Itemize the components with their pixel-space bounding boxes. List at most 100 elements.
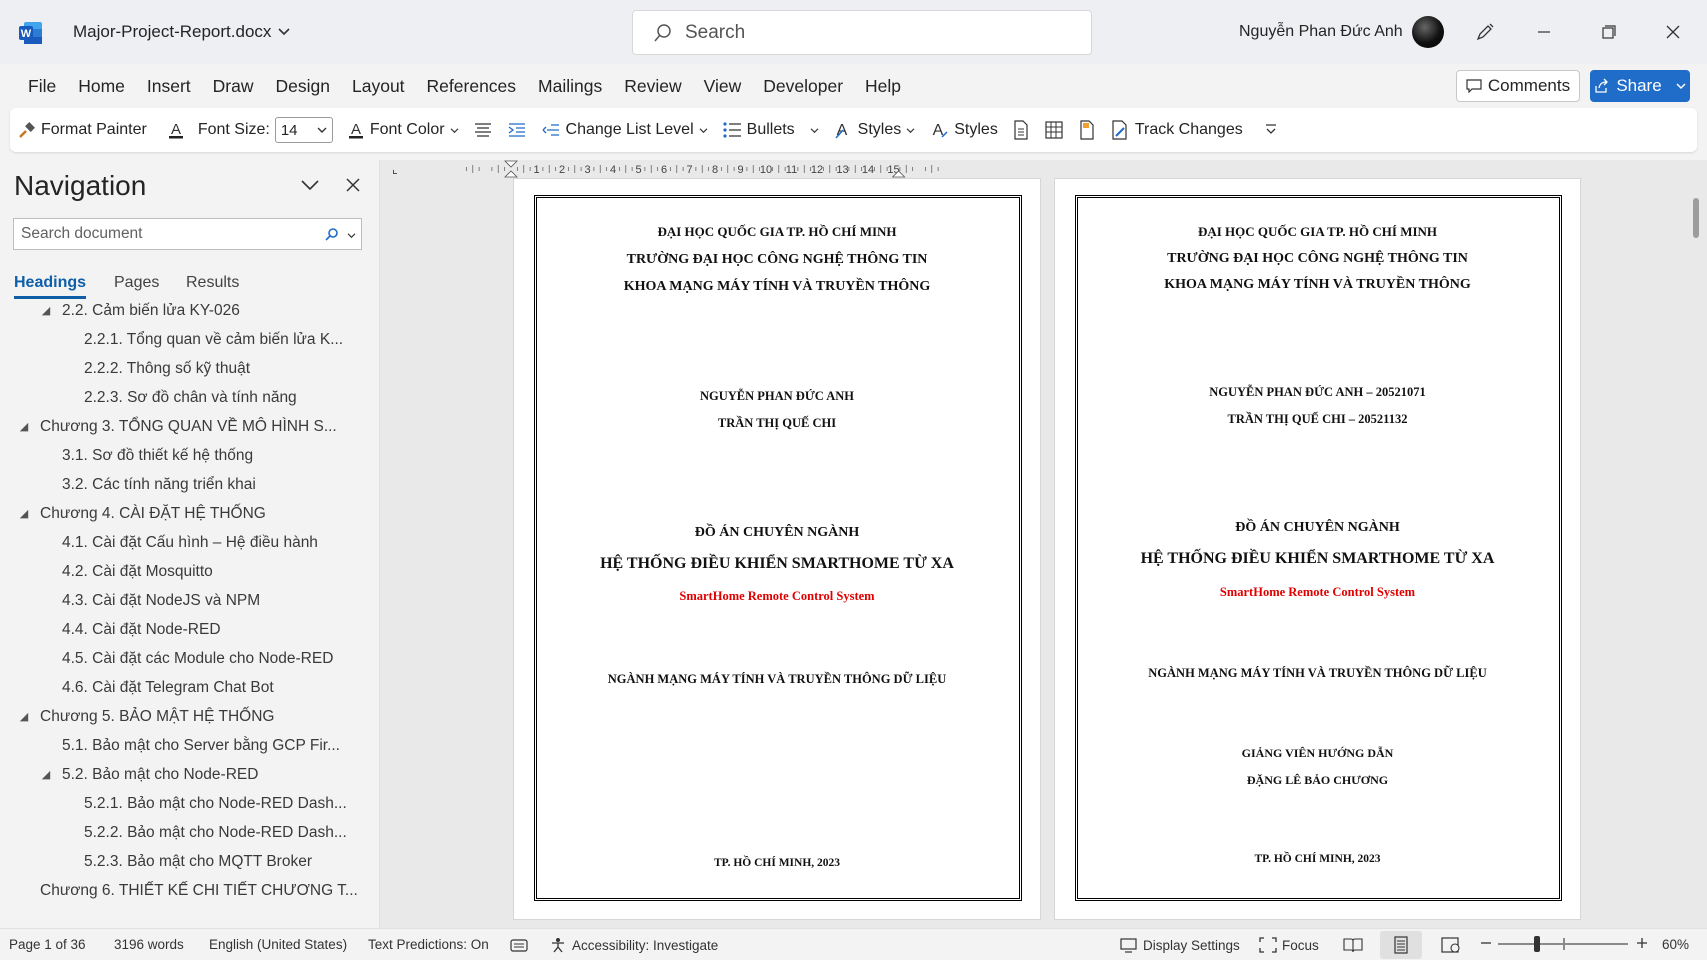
heading-item-label: 2.2.1. Tổng quan về cảm biến lửa K... bbox=[84, 330, 344, 348]
word-count[interactable]: 3196 words bbox=[114, 937, 184, 952]
caret-down-icon[interactable]: ◢ bbox=[40, 304, 52, 317]
menu-view[interactable]: View bbox=[704, 76, 742, 97]
document-title[interactable]: Major-Project-Report.docx bbox=[73, 22, 291, 42]
list-level-icon bbox=[542, 124, 559, 136]
heading-item[interactable]: 4.1. Cài đặt Cấu hình – Hệ điều hành bbox=[0, 528, 318, 557]
heading-item[interactable]: 3.1. Sơ đồ thiết kế hệ thống bbox=[0, 441, 253, 470]
heading-item-label: 4.2. Cài đặt Mosquitto bbox=[62, 562, 213, 580]
keyboard-icon[interactable] bbox=[510, 937, 528, 953]
track-changes-button[interactable]: Track Changes bbox=[1110, 120, 1243, 140]
caret-down-icon[interactable]: ◢ bbox=[18, 507, 30, 520]
chevron-down-icon bbox=[450, 127, 458, 133]
styles-button[interactable]: A Styles bbox=[929, 120, 998, 140]
menu-references[interactable]: References bbox=[427, 76, 517, 97]
caret-down-icon[interactable]: ◢ bbox=[18, 420, 30, 433]
display-settings-button[interactable]: Display Settings bbox=[1120, 937, 1240, 953]
heading-item[interactable]: ◢ Chương 4. CÀI ĐẶT HỆ THỐNG bbox=[0, 499, 266, 528]
chevron-down-icon bbox=[810, 127, 819, 133]
heading-item[interactable]: 5.2.3. Bảo mật cho MQTT Broker bbox=[0, 847, 312, 876]
share-button[interactable]: Share bbox=[1590, 70, 1690, 102]
change-list-level-button[interactable]: Change List Level bbox=[541, 121, 708, 139]
format-painter-button[interactable]: Format Painter bbox=[18, 121, 147, 139]
heading-item[interactable]: 4.4. Cài đặt Node-RED bbox=[0, 615, 221, 644]
heading-item[interactable]: 4.2. Cài đặt Mosquitto bbox=[0, 557, 213, 586]
heading-item[interactable]: 5.2.1. Bảo mật cho Node-RED Dash... bbox=[0, 789, 347, 818]
document-page-1[interactable]: ĐẠI HỌC QUỐC GIA TP. HỒ CHÍ MINH TRƯỜNG … bbox=[513, 178, 1041, 920]
heading-item[interactable]: 4.6. Cài đặt Telegram Chat Bot bbox=[0, 673, 274, 702]
caret-down-icon[interactable]: ◢ bbox=[40, 768, 52, 781]
align-icon[interactable] bbox=[473, 121, 493, 139]
accessibility-button[interactable]: Accessibility: Investigate bbox=[549, 937, 718, 953]
zoom-in-button[interactable] bbox=[1636, 937, 1648, 949]
comments-button[interactable]: Comments bbox=[1456, 70, 1580, 102]
menu-insert[interactable]: Insert bbox=[147, 76, 191, 97]
tab-selector-icon[interactable]: ⌞ bbox=[392, 162, 398, 176]
styles-dropdown-button[interactable]: A Styles bbox=[833, 120, 916, 140]
pen-icon[interactable] bbox=[1465, 14, 1505, 50]
font-color-button[interactable]: A Font Color bbox=[347, 120, 459, 140]
heading-item[interactable]: Chương 6. THIẾT KẾ CHI TIẾT CHƯƠNG T... bbox=[0, 876, 358, 905]
menu-home[interactable]: Home bbox=[78, 76, 125, 97]
user-name[interactable]: Nguyễn Phan Đức Anh bbox=[1239, 23, 1403, 41]
heading-item[interactable]: 2.2.1. Tổng quan về cảm biến lửa K... bbox=[0, 325, 343, 354]
close-button[interactable] bbox=[1653, 14, 1693, 50]
left-indent-marker[interactable] bbox=[504, 160, 518, 178]
heading-item[interactable]: ◢ 2.2. Cảm biến lửa KY-026 bbox=[0, 302, 240, 325]
heading-item[interactable]: 5.1. Bảo mật cho Server bằng GCP Fir... bbox=[0, 731, 340, 760]
search-box[interactable]: Search bbox=[632, 10, 1092, 55]
menu-developer[interactable]: Developer bbox=[763, 76, 843, 97]
heading-item[interactable]: ◢ Chương 5. BẢO MẬT HỆ THỐNG bbox=[0, 702, 275, 731]
web-layout-icon[interactable] bbox=[1441, 937, 1461, 953]
heading-item[interactable]: 5.2.2. Bảo mật cho Node-RED Dash... bbox=[0, 818, 347, 847]
heading-item[interactable]: 2.2.3. Sơ đồ chân và tính năng bbox=[0, 383, 297, 412]
paintbrush-icon bbox=[19, 122, 35, 138]
heading-item[interactable]: 4.3. Cài đặt NodeJS và NPM bbox=[0, 586, 260, 615]
styles-label: Styles bbox=[954, 121, 998, 138]
chevron-down-icon[interactable] bbox=[1676, 82, 1686, 90]
tab-pages[interactable]: Pages bbox=[114, 274, 159, 292]
tab-results[interactable]: Results bbox=[186, 274, 239, 292]
caret-down-icon[interactable]: ◢ bbox=[18, 710, 30, 723]
bullets-button[interactable]: Bullets bbox=[722, 121, 819, 139]
table-icon[interactable] bbox=[1044, 120, 1064, 140]
document-icon[interactable] bbox=[1012, 120, 1030, 140]
tab-headings[interactable]: Headings bbox=[14, 274, 87, 299]
menu-draw[interactable]: Draw bbox=[213, 76, 254, 97]
search-document-input[interactable]: Search document bbox=[13, 218, 362, 250]
styles-dropdown-label: Styles bbox=[857, 121, 902, 138]
zoom-slider-thumb[interactable] bbox=[1534, 936, 1540, 952]
heading-item[interactable]: 3.2. Các tính năng triển khai bbox=[0, 470, 256, 499]
minimize-button[interactable] bbox=[1524, 14, 1564, 50]
zoom-level[interactable]: 60% bbox=[1662, 937, 1689, 952]
menu-mailings[interactable]: Mailings bbox=[538, 76, 602, 97]
bullets-label: Bullets bbox=[746, 121, 795, 138]
menu-design[interactable]: Design bbox=[276, 76, 330, 97]
avatar[interactable] bbox=[1412, 16, 1444, 48]
menu-file[interactable]: File bbox=[28, 76, 56, 97]
page-icon[interactable] bbox=[1078, 120, 1096, 140]
font-size-select[interactable]: 14 bbox=[274, 117, 333, 143]
language[interactable]: English (United States) bbox=[209, 937, 347, 952]
text-predictions[interactable]: Text Predictions: On bbox=[368, 937, 489, 952]
horizontal-ruler[interactable]: 1 2 3 4 5 6 7 8 9 10 11 12 13 14 15⌞ bbox=[380, 160, 1680, 178]
heading-item[interactable]: 4.5. Cài đặt các Module cho Node-RED bbox=[0, 644, 333, 673]
heading-item[interactable]: ◢ Chương 3. TỔNG QUAN VỀ MÔ HÌNH S... bbox=[0, 412, 337, 441]
ribbon-more-icon[interactable] bbox=[1265, 123, 1277, 137]
menu-review[interactable]: Review bbox=[624, 76, 681, 97]
heading-item[interactable]: ◢ 5.2. Bảo mật cho Node-RED bbox=[0, 760, 259, 789]
menu-help[interactable]: Help bbox=[865, 76, 901, 97]
heading-item[interactable]: 2.2.2. Thông số kỹ thuật bbox=[0, 354, 250, 383]
restore-button[interactable] bbox=[1589, 14, 1629, 50]
indent-icon[interactable] bbox=[507, 121, 527, 139]
print-layout-icon[interactable] bbox=[1380, 931, 1422, 959]
read-mode-icon[interactable] bbox=[1343, 937, 1363, 953]
page-count[interactable]: Page 1 of 36 bbox=[9, 937, 86, 952]
zoom-out-button[interactable] bbox=[1480, 937, 1492, 949]
menu-layout[interactable]: Layout bbox=[352, 76, 405, 97]
document-page-2[interactable]: ĐẠI HỌC QUỐC GIA TP. HỒ CHÍ MINH TRƯỜNG … bbox=[1054, 178, 1581, 920]
focus-icon bbox=[1259, 937, 1277, 953]
vertical-scrollbar[interactable] bbox=[1693, 198, 1699, 238]
focus-button[interactable]: Focus bbox=[1259, 937, 1319, 953]
chevron-down-icon[interactable] bbox=[300, 178, 320, 197]
close-icon[interactable] bbox=[345, 177, 361, 198]
